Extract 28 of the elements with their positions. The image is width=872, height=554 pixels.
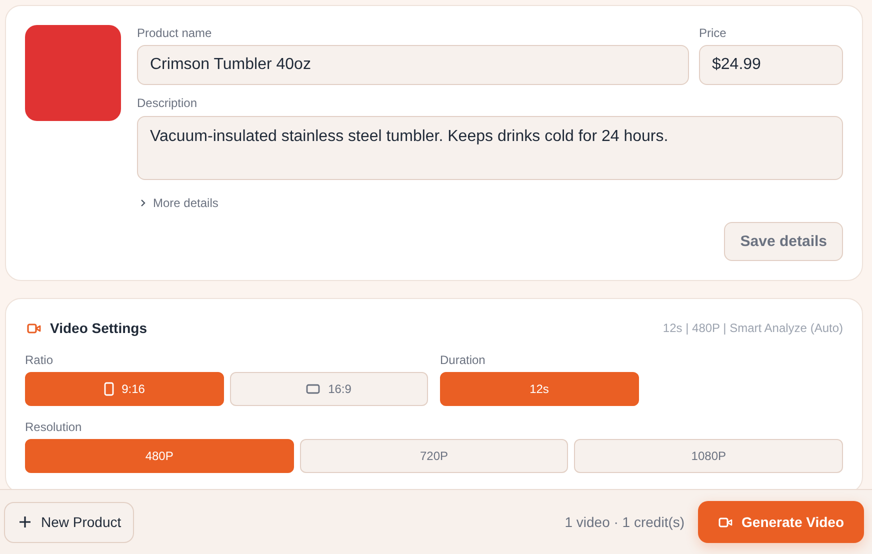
chevron-icon: [139, 199, 147, 207]
ratio-option[interactable]: 16:9: [230, 372, 428, 406]
price-field[interactable]: $24.99: [699, 45, 843, 85]
new-product-button[interactable]: New Product: [4, 502, 134, 542]
resolution-option[interactable]: 720P: [300, 439, 568, 473]
video-camera-icon: [718, 516, 733, 528]
field-label: Price: [699, 25, 728, 41]
section-title: Video Settings: [50, 320, 147, 336]
resolution-option[interactable]: 1080P: [574, 439, 843, 473]
landscape-icon: [306, 384, 320, 394]
video-camera-icon: [27, 322, 41, 334]
save-button[interactable]: Save details: [724, 222, 843, 261]
name-field[interactable]: Crimson Tumbler 40oz: [137, 45, 689, 85]
description-field[interactable]: Vacuum-insulated stainless steel tumbler. Keeps drinks cold for 24 hours.: [137, 116, 843, 180]
field-label: Product name: [137, 25, 213, 41]
field-label: Description: [137, 95, 198, 111]
ratio-option[interactable]: 9:16: [25, 372, 224, 406]
resolution-option[interactable]: 480P: [25, 439, 294, 473]
field-label: Duration: [440, 352, 486, 368]
more-details-toggle[interactable]: More details: [137, 195, 218, 211]
portrait-icon: [104, 382, 114, 396]
generate-video-button[interactable]: Generate Video: [698, 501, 864, 543]
field-label: Ratio: [25, 352, 54, 368]
duration-option[interactable]: 12s: [440, 372, 638, 406]
settings-summary: 12s | 480P | Smart Analyze (Auto): [662, 321, 843, 335]
field-label: Resolution: [25, 419, 83, 435]
plus-icon: [19, 516, 31, 528]
credit-summary: 1 video · 1 credit(s): [564, 514, 685, 530]
